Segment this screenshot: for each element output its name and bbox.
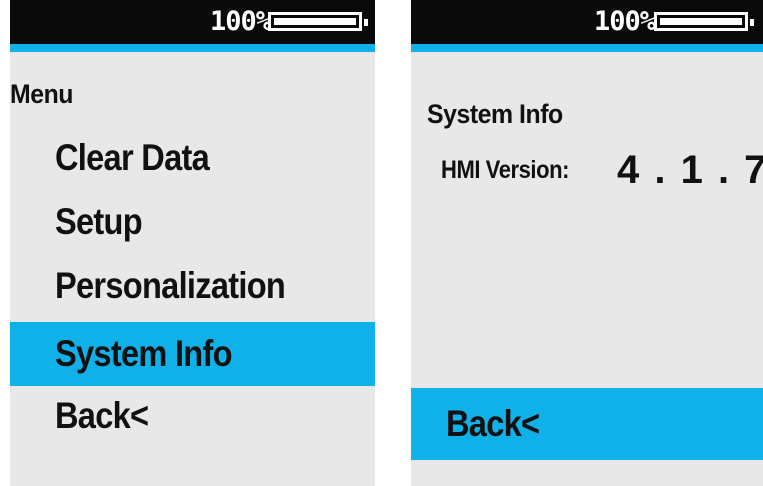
back-button[interactable]: Back<	[411, 388, 763, 460]
menu-item-clear-data[interactable]: Clear Data	[10, 126, 375, 190]
menu-item-back[interactable]: Back<	[10, 384, 375, 448]
menu-item-label: Back<	[55, 395, 149, 436]
system-info-title: System Info	[427, 99, 563, 129]
menu-title: Menu	[10, 79, 74, 109]
menu-item-label: Personalization	[55, 265, 286, 306]
hmi-version-label: HMI Version:	[441, 156, 569, 184]
status-accent-line	[10, 44, 375, 52]
hmi-version-value: 4 . 1 . 7	[617, 148, 763, 192]
battery-fill	[274, 18, 356, 25]
battery-percent: 100%	[594, 6, 656, 37]
status-bar: 100%	[411, 0, 763, 44]
hmi-version-row: HMI Version: 4 . 1 . 7	[441, 148, 763, 192]
battery-percent: 100%	[210, 6, 272, 37]
menu-item-label: System Info	[55, 333, 233, 374]
menu-item-label: Setup	[55, 201, 143, 242]
battery-icon	[268, 12, 368, 31]
status-accent-line	[411, 44, 763, 52]
menu-item-system-info[interactable]: System Info	[10, 322, 375, 386]
battery-icon	[654, 12, 754, 31]
back-button-label: Back<	[446, 403, 540, 444]
battery-fill	[660, 18, 742, 25]
status-bar: 100%	[10, 0, 375, 44]
system-info-screen: 100% System Info HMI Version: 4 . 1 . 7 …	[411, 0, 763, 486]
menu-screen: 100% Menu Clear Data Setup Personalizati…	[10, 0, 375, 486]
menu-item-setup[interactable]: Setup	[10, 190, 375, 254]
menu-item-label: Clear Data	[55, 137, 210, 178]
menu-item-personalization[interactable]: Personalization	[10, 254, 375, 318]
